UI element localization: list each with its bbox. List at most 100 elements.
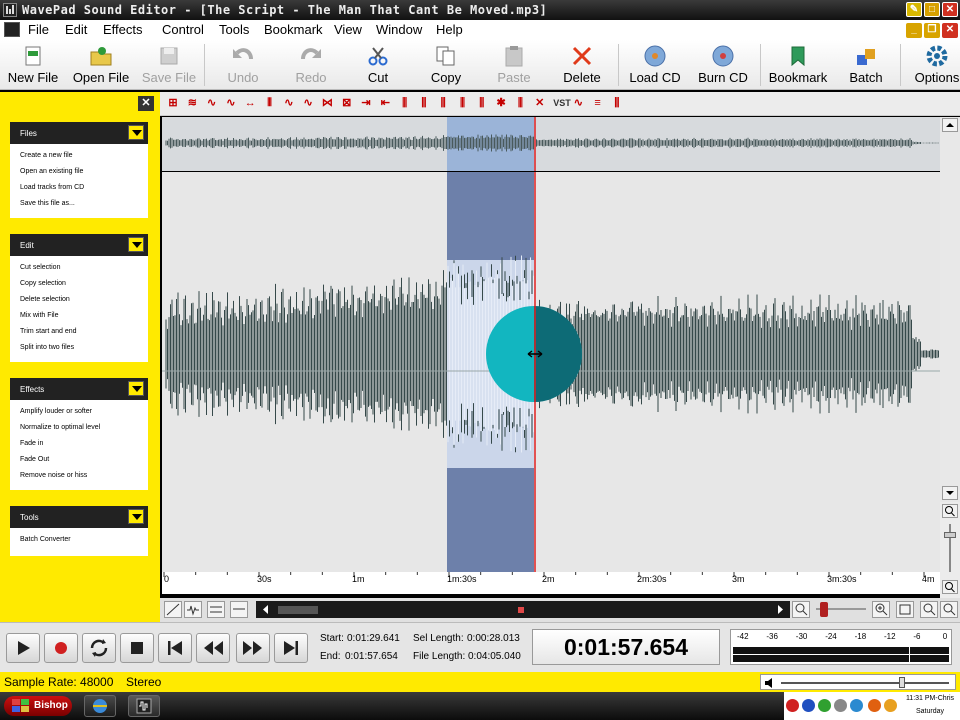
chevron-down-icon[interactable] (128, 509, 144, 524)
fade-out-icon[interactable]: ∿ (224, 95, 238, 111)
task-link[interactable]: Fade in (10, 436, 148, 452)
taskbar-wavepad[interactable] (128, 695, 160, 717)
task-link[interactable]: Open an existing file (10, 164, 148, 180)
task-link[interactable]: Fade Out (10, 452, 148, 468)
task-link[interactable]: Delete selection (10, 292, 148, 308)
task-link[interactable]: Cut selection (10, 260, 148, 276)
skip-to-start-button[interactable] (158, 633, 192, 663)
reverb-icon[interactable]: ∿ (301, 95, 315, 111)
stereo-view-icon[interactable] (207, 601, 225, 618)
chevron-down-icon[interactable] (128, 381, 144, 396)
levels-icon[interactable]: ≡ (591, 95, 605, 111)
distortion-icon[interactable]: ∿ (571, 95, 585, 111)
tools-section-header[interactable]: Tools (10, 506, 148, 528)
vertical-scrollbar[interactable] (940, 117, 960, 502)
skip-to-end-button[interactable] (274, 633, 308, 663)
zoom-out-icon[interactable] (792, 601, 810, 618)
compress-icon[interactable]: ⋈ (320, 95, 334, 111)
task-link[interactable]: Mix with File (10, 308, 148, 324)
bookmark-button[interactable]: Bookmark (766, 40, 830, 90)
scroll-up-icon[interactable] (942, 118, 958, 132)
save-file-button[interactable]: Save File (138, 40, 200, 90)
scroll-right-icon[interactable] (774, 601, 788, 618)
task-link[interactable]: Copy selection (10, 276, 148, 292)
scroll-down-icon[interactable] (942, 486, 958, 500)
task-link[interactable]: Amplify louder or softer (10, 404, 148, 420)
fast-forward-button[interactable] (236, 633, 270, 663)
horizontal-scrollbar[interactable] (256, 601, 790, 618)
doc-close-icon[interactable]: ✕ (942, 23, 958, 38)
speed-icon[interactable]: ⫼ (417, 95, 431, 111)
trim-end-icon[interactable]: ⇤ (378, 95, 392, 111)
task-link[interactable]: Save this file as... (10, 196, 148, 212)
echo-icon[interactable]: ∿ (282, 95, 296, 111)
copy-button[interactable]: Copy (418, 40, 474, 90)
pitch-icon[interactable]: ⫼ (398, 95, 412, 111)
menu-view[interactable]: View (334, 22, 362, 37)
zoom-in-icon[interactable] (872, 601, 890, 618)
undo-button[interactable]: Undo (214, 40, 272, 90)
delete-button[interactable]: Delete (554, 40, 610, 90)
amplify-icon[interactable]: ⊞ (166, 95, 180, 111)
document-icon[interactable] (4, 22, 20, 37)
menu-control[interactable]: Control (162, 22, 204, 37)
load-cd-button[interactable]: Load CD (626, 40, 684, 90)
task-link[interactable]: Load tracks from CD (10, 180, 148, 196)
menu-bookmark[interactable]: Bookmark (264, 22, 323, 37)
main-waveform[interactable] (162, 172, 940, 572)
zoom-in-vertical-icon[interactable] (942, 504, 958, 518)
scroll-left-icon[interactable] (258, 601, 272, 618)
tray-icon[interactable] (802, 699, 815, 712)
taskbar-browser[interactable] (84, 695, 116, 717)
batch-button[interactable]: Batch (840, 40, 892, 90)
menu-help[interactable]: Help (436, 22, 463, 37)
chevron-down-icon[interactable] (128, 237, 144, 252)
panel-close-icon[interactable]: ✕ (138, 96, 154, 111)
noise-icon[interactable]: ⊠ (340, 95, 354, 111)
clock[interactable]: 11:31 PM-Chris Saturday (902, 694, 958, 716)
rewind-button[interactable] (196, 633, 230, 663)
help-pen-icon[interactable]: ✎ (906, 2, 922, 17)
loop-button[interactable] (82, 633, 116, 663)
new-file-button[interactable]: New File (4, 40, 62, 90)
task-link[interactable]: Trim start and end (10, 324, 148, 340)
cut-button[interactable]: Cut (350, 40, 406, 90)
files-section-header[interactable]: Files (10, 122, 148, 144)
burn-cd-button[interactable]: Burn CD (694, 40, 752, 90)
tray-icon[interactable] (884, 699, 897, 712)
tray-icon[interactable] (786, 699, 799, 712)
network-tray-icon[interactable] (850, 699, 863, 712)
normalize-icon[interactable]: ≋ (185, 95, 199, 111)
edit-section-header[interactable]: Edit (10, 234, 148, 256)
speaker-tray-icon[interactable] (834, 699, 847, 712)
invert-icon[interactable]: ⫼ (475, 95, 489, 111)
horizontal-scroll-thumb[interactable] (278, 606, 318, 614)
menu-file[interactable]: File (28, 22, 49, 37)
overview-waveform[interactable] (162, 117, 940, 171)
tray-icon[interactable] (868, 699, 881, 712)
stop-button[interactable] (120, 633, 154, 663)
start-button[interactable]: Bishop (4, 696, 72, 716)
equalizer-icon[interactable]: ⫴ (263, 95, 277, 111)
stretch-icon[interactable]: ↔ (243, 95, 257, 111)
open-file-button[interactable]: Open File (70, 40, 132, 90)
tray-icon[interactable] (818, 699, 831, 712)
task-link[interactable]: Split into two files (10, 340, 148, 356)
menu-effects[interactable]: Effects (103, 22, 143, 37)
silence-icon[interactable]: ⫼ (610, 95, 624, 111)
effects-icon[interactable]: ✱ (494, 95, 508, 111)
volume-slider[interactable] (760, 674, 956, 690)
menu-tools[interactable]: Tools (219, 22, 249, 37)
maximize-icon[interactable]: □ (924, 2, 940, 17)
play-button[interactable] (6, 633, 40, 663)
vertical-zoom-slider[interactable] (944, 532, 956, 538)
doc-restore-icon[interactable]: ❐ (924, 23, 940, 38)
task-link[interactable]: Normalize to optimal level (10, 420, 148, 436)
fade-in-icon[interactable]: ∿ (205, 95, 219, 111)
zoom-full-icon[interactable] (920, 601, 938, 618)
vst-icon[interactable]: VST (552, 95, 572, 111)
zoom-fit-icon[interactable] (940, 601, 958, 618)
paste-button[interactable]: Paste (486, 40, 542, 90)
doc-minimize-icon[interactable]: _ (906, 23, 922, 38)
filter-icon[interactable]: ⫼ (513, 95, 527, 111)
